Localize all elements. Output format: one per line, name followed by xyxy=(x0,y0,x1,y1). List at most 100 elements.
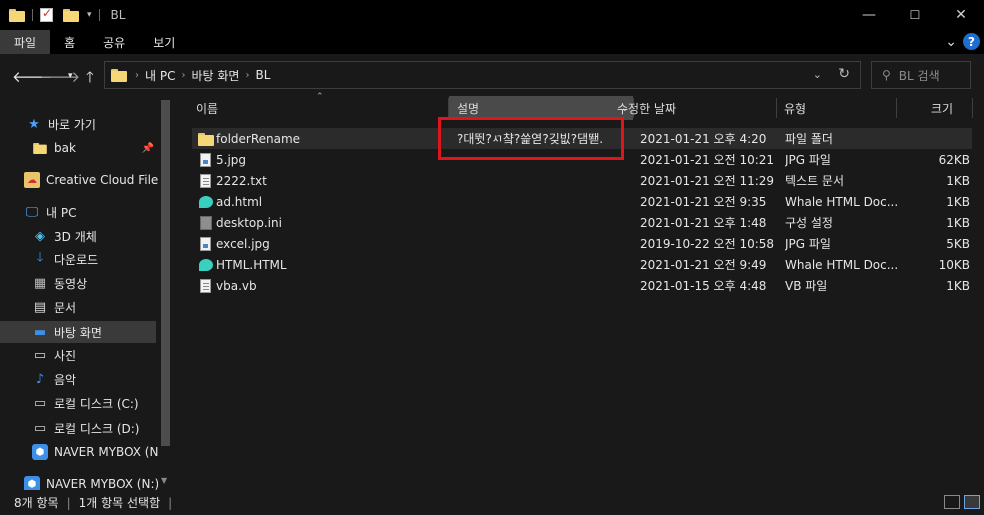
whale-icon xyxy=(198,194,214,210)
file-modified: 2021-01-15 오후 4:48 xyxy=(640,279,767,293)
file-size: 10KB xyxy=(938,257,970,272)
sidebar-item-downloads[interactable]: 🡓 다운로드 xyxy=(32,248,99,270)
maximize-button[interactable]: ☐ xyxy=(892,0,938,30)
forward-arrow-icon[interactable]: 🡒 xyxy=(40,67,80,86)
cube-icon: ◈ xyxy=(35,228,45,244)
search-placeholder: BL 검색 xyxy=(898,68,940,83)
mybox-icon: ⬢ xyxy=(24,476,40,490)
column-divider[interactable] xyxy=(972,98,973,118)
search-icon: ⚲ xyxy=(882,68,891,82)
search-box[interactable]: ⚲ BL 검색 xyxy=(871,61,971,89)
sidebar-item-local-disk-d[interactable]: ▭ 로컬 디스크 (D:) xyxy=(32,417,140,439)
sidebar-item-pictures[interactable]: ▭ 사진 xyxy=(32,344,76,366)
help-icon[interactable]: ? xyxy=(963,33,980,50)
file-type: VB 파일 xyxy=(785,279,828,293)
file-name: desktop.ini xyxy=(216,215,282,230)
column-header-type[interactable]: 유형 xyxy=(776,96,896,120)
sidebar-item-label: NAVER MYBOX (N:) xyxy=(46,477,160,490)
file-row[interactable]: HTML.HTML 2021-01-21 오전 9:49 Whale HTML … xyxy=(192,254,972,275)
properties-icon[interactable] xyxy=(40,6,53,22)
breadcrumb-separator-icon[interactable]: › xyxy=(245,70,249,81)
breadcrumb-this-pc[interactable]: 내 PC xyxy=(145,67,175,84)
tab-home[interactable]: 홈 xyxy=(50,30,89,54)
ribbon-tabs: 파일 홈 공유 보기 ⌄ ? xyxy=(0,30,984,54)
sidebar-item-quick-access[interactable]: ★ 바로 가기 xyxy=(26,113,96,135)
file-type: 텍스트 문서 xyxy=(785,174,845,188)
close-button[interactable]: ✕ xyxy=(938,0,984,30)
customize-toolbar-icon[interactable]: ▾ xyxy=(87,10,92,20)
column-header-name[interactable]: 이름 xyxy=(188,96,448,120)
selection-count: 1개 항목 선택함 xyxy=(78,496,161,510)
sidebar-item-label: Creative Cloud Files xyxy=(46,173,165,187)
column-divider[interactable] xyxy=(896,98,897,118)
tab-view[interactable]: 보기 xyxy=(139,30,189,54)
sidebar-scrollbar-thumb[interactable] xyxy=(161,100,170,446)
details-view-icon[interactable] xyxy=(944,495,960,509)
sidebar-item-3d-objects[interactable]: ◈ 3D 개체 xyxy=(32,225,97,247)
file-row[interactable]: vba.vb 2021-01-15 오후 4:48 VB 파일 1KB xyxy=(192,275,972,296)
file-modified: 2021-01-21 오전 9:49 xyxy=(640,258,767,272)
breadcrumb-separator-icon[interactable]: › xyxy=(181,70,185,81)
folder-icon xyxy=(198,131,214,147)
file-name: HTML.HTML xyxy=(216,257,287,272)
sidebar-item-music[interactable]: ♪ 음악 xyxy=(32,368,76,390)
refresh-icon[interactable]: ↻ xyxy=(838,66,850,82)
sidebar-item-desktop[interactable]: ▬ 바탕 화면 xyxy=(0,321,156,343)
divider: | xyxy=(66,495,71,510)
expand-ribbon-icon[interactable]: ⌄ xyxy=(945,34,957,50)
sidebar-item-bak[interactable]: bak 📌 xyxy=(32,137,158,159)
column-header-modified[interactable]: 수정한 날짜 xyxy=(609,96,779,120)
recent-locations-chevron-icon[interactable]: ▾ xyxy=(68,71,73,81)
sidebar-item-label: 바로 가기 xyxy=(48,117,96,132)
up-arrow-icon[interactable]: 🡑 xyxy=(86,67,94,92)
file-type: 파일 폴더 xyxy=(785,132,833,146)
file-row[interactable]: ad.html 2021-01-21 오전 9:35 Whale HTML Do… xyxy=(192,191,972,212)
breadcrumb-desktop[interactable]: 바탕 화면 xyxy=(191,67,239,84)
file-type: JPG 파일 xyxy=(785,237,831,251)
file-size: 1KB xyxy=(946,173,970,188)
annotation-highlight-box xyxy=(438,117,624,160)
breadcrumb-separator-icon[interactable]: › xyxy=(135,70,139,81)
sidebar-item-label: bak xyxy=(54,141,76,155)
breadcrumb-bl[interactable]: BL xyxy=(255,68,270,82)
sidebar-item-label: 로컬 디스크 (C:) xyxy=(54,396,139,411)
image-file-icon xyxy=(198,152,214,168)
minimize-button[interactable]: — xyxy=(846,0,892,30)
file-name: ad.html xyxy=(216,194,263,209)
sidebar-item-creative-cloud[interactable]: ☁ Creative Cloud Files xyxy=(24,169,165,191)
creative-cloud-icon: ☁ xyxy=(24,172,40,188)
file-row[interactable]: desktop.ini 2021-01-21 오후 1:48 구성 설정 1KB xyxy=(192,212,972,233)
file-modified: 2021-01-21 오전 10:21 xyxy=(640,153,775,167)
file-name: 2222.txt xyxy=(216,173,267,188)
sidebar-item-naver-mybox[interactable]: ⬢ NAVER MYBOX (N:) xyxy=(24,473,159,490)
sidebar-item-naver-mybox[interactable]: ⬢ NAVER MYBOX (N:) xyxy=(32,441,167,463)
title-bar: ▾ BL — ☐ ✕ xyxy=(0,0,984,30)
window-title: BL xyxy=(110,8,126,22)
sidebar-item-label: 동영상 xyxy=(54,276,88,291)
scroll-down-arrow-icon[interactable]: ▼ xyxy=(161,476,167,485)
star-icon: ★ xyxy=(28,116,40,132)
file-row[interactable]: excel.jpg 2019-10-22 오전 10:58 JPG 파일 5KB xyxy=(192,233,972,254)
file-type: Whale HTML Doc... xyxy=(785,257,899,272)
column-header-size[interactable]: 크기 xyxy=(923,96,983,120)
divider: | xyxy=(168,495,173,510)
tab-share[interactable]: 공유 xyxy=(89,30,139,54)
sidebar-item-label: 음악 xyxy=(54,372,77,387)
sidebar-item-label: 내 PC xyxy=(46,205,77,220)
large-icons-view-icon[interactable] xyxy=(964,495,980,509)
sidebar-item-label: 바탕 화면 xyxy=(54,325,102,340)
tab-file[interactable]: 파일 xyxy=(0,30,51,54)
file-size: 62KB xyxy=(938,152,970,167)
folder-icon xyxy=(9,8,25,22)
ini-file-icon xyxy=(198,215,214,231)
new-folder-icon[interactable] xyxy=(63,8,79,22)
sidebar-item-documents[interactable]: ▤ 문서 xyxy=(32,296,76,318)
file-size: 1KB xyxy=(946,215,970,230)
file-row[interactable]: 2222.txt 2021-01-21 오전 11:29 텍스트 문서 1KB xyxy=(192,170,972,191)
sidebar-item-local-disk-c[interactable]: ▭ 로컬 디스크 (C:) xyxy=(32,392,139,414)
pin-icon[interactable]: 📌 xyxy=(142,143,154,154)
sidebar-item-videos[interactable]: ▦ 동영상 xyxy=(32,272,87,294)
address-dropdown-icon[interactable]: ⌄ xyxy=(813,68,822,81)
address-bar[interactable]: › 내 PC › 바탕 화면 › BL ⌄ ↻ xyxy=(104,61,861,89)
sidebar-item-this-pc[interactable]: 🖵 내 PC xyxy=(24,201,77,223)
